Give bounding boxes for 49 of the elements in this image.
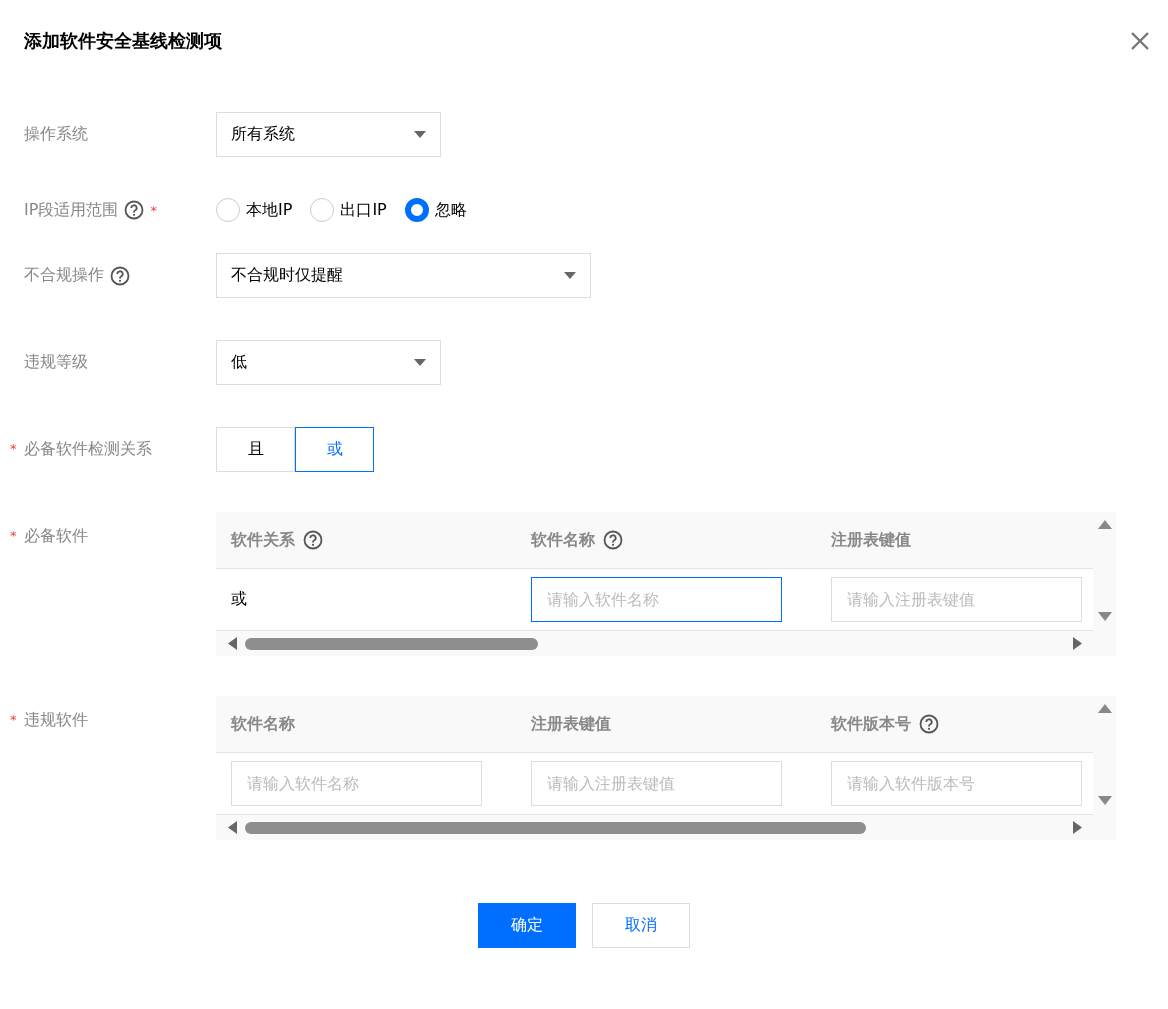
close-icon[interactable] <box>1130 31 1150 51</box>
field-label: 必备软件检测关系 <box>24 439 152 460</box>
confirm-button[interactable]: 确定 <box>478 903 576 948</box>
input-field[interactable]: 请输入软件名称 <box>531 577 782 622</box>
field-label: 不合规操作 <box>24 265 104 286</box>
help-icon[interactable] <box>110 265 130 286</box>
select-field[interactable]: 所有系统 <box>216 112 441 157</box>
column-header: 注册表键值 <box>531 713 611 735</box>
radio-option[interactable]: 出口IP <box>310 198 387 222</box>
required-mark: * <box>10 712 17 727</box>
field-label: IP段适用范围 <box>24 199 119 221</box>
cancel-button[interactable]: 取消 <box>592 903 690 948</box>
help-icon[interactable] <box>303 530 323 550</box>
scroll-up-icon[interactable] <box>1097 520 1112 529</box>
field-label: 操作系统 <box>24 124 88 145</box>
help-icon[interactable] <box>124 200 145 220</box>
select-field[interactable]: 低 <box>216 340 441 385</box>
scroll-down-icon[interactable] <box>1097 612 1112 621</box>
scroll-right-icon[interactable] <box>1073 821 1082 834</box>
table-cell: 或 <box>231 589 247 610</box>
select-field[interactable]: 不合规时仅提醒 <box>216 253 591 298</box>
scroll-up-icon[interactable] <box>1097 704 1112 713</box>
scroll-right-icon[interactable] <box>1073 637 1082 650</box>
field-label: 违规软件 <box>24 710 88 731</box>
segment-button[interactable]: 且 <box>216 427 295 472</box>
required-mark: * <box>10 528 17 543</box>
required-mark: * <box>10 441 17 456</box>
scroll-left-icon[interactable] <box>228 637 237 650</box>
column-header: 软件关系 <box>231 529 295 551</box>
scroll-down-icon[interactable] <box>1097 796 1112 805</box>
help-icon[interactable] <box>919 714 939 734</box>
field-label: 必备软件 <box>24 526 88 547</box>
required-mark: * <box>150 202 157 218</box>
caret-icon <box>414 359 426 366</box>
column-header: 软件名称 <box>531 529 595 551</box>
radio-option[interactable]: 忽略 <box>404 198 467 222</box>
scrollbar-thumb[interactable] <box>245 821 866 834</box>
column-header: 注册表键值 <box>831 529 911 551</box>
help-icon[interactable] <box>603 530 623 550</box>
segment-button[interactable]: 或 <box>295 427 374 472</box>
column-header: 软件名称 <box>231 713 295 735</box>
caret-icon <box>564 272 576 279</box>
radio-option[interactable]: 本地IP <box>216 198 293 222</box>
scrollbar-thumb[interactable] <box>245 637 538 650</box>
field-label: 违规等级 <box>24 352 88 373</box>
caret-icon <box>414 131 426 138</box>
dialog-title: 添加软件安全基线检测项 <box>24 29 222 53</box>
column-header: 软件版本号 <box>831 713 911 735</box>
scroll-left-icon[interactable] <box>228 821 237 834</box>
